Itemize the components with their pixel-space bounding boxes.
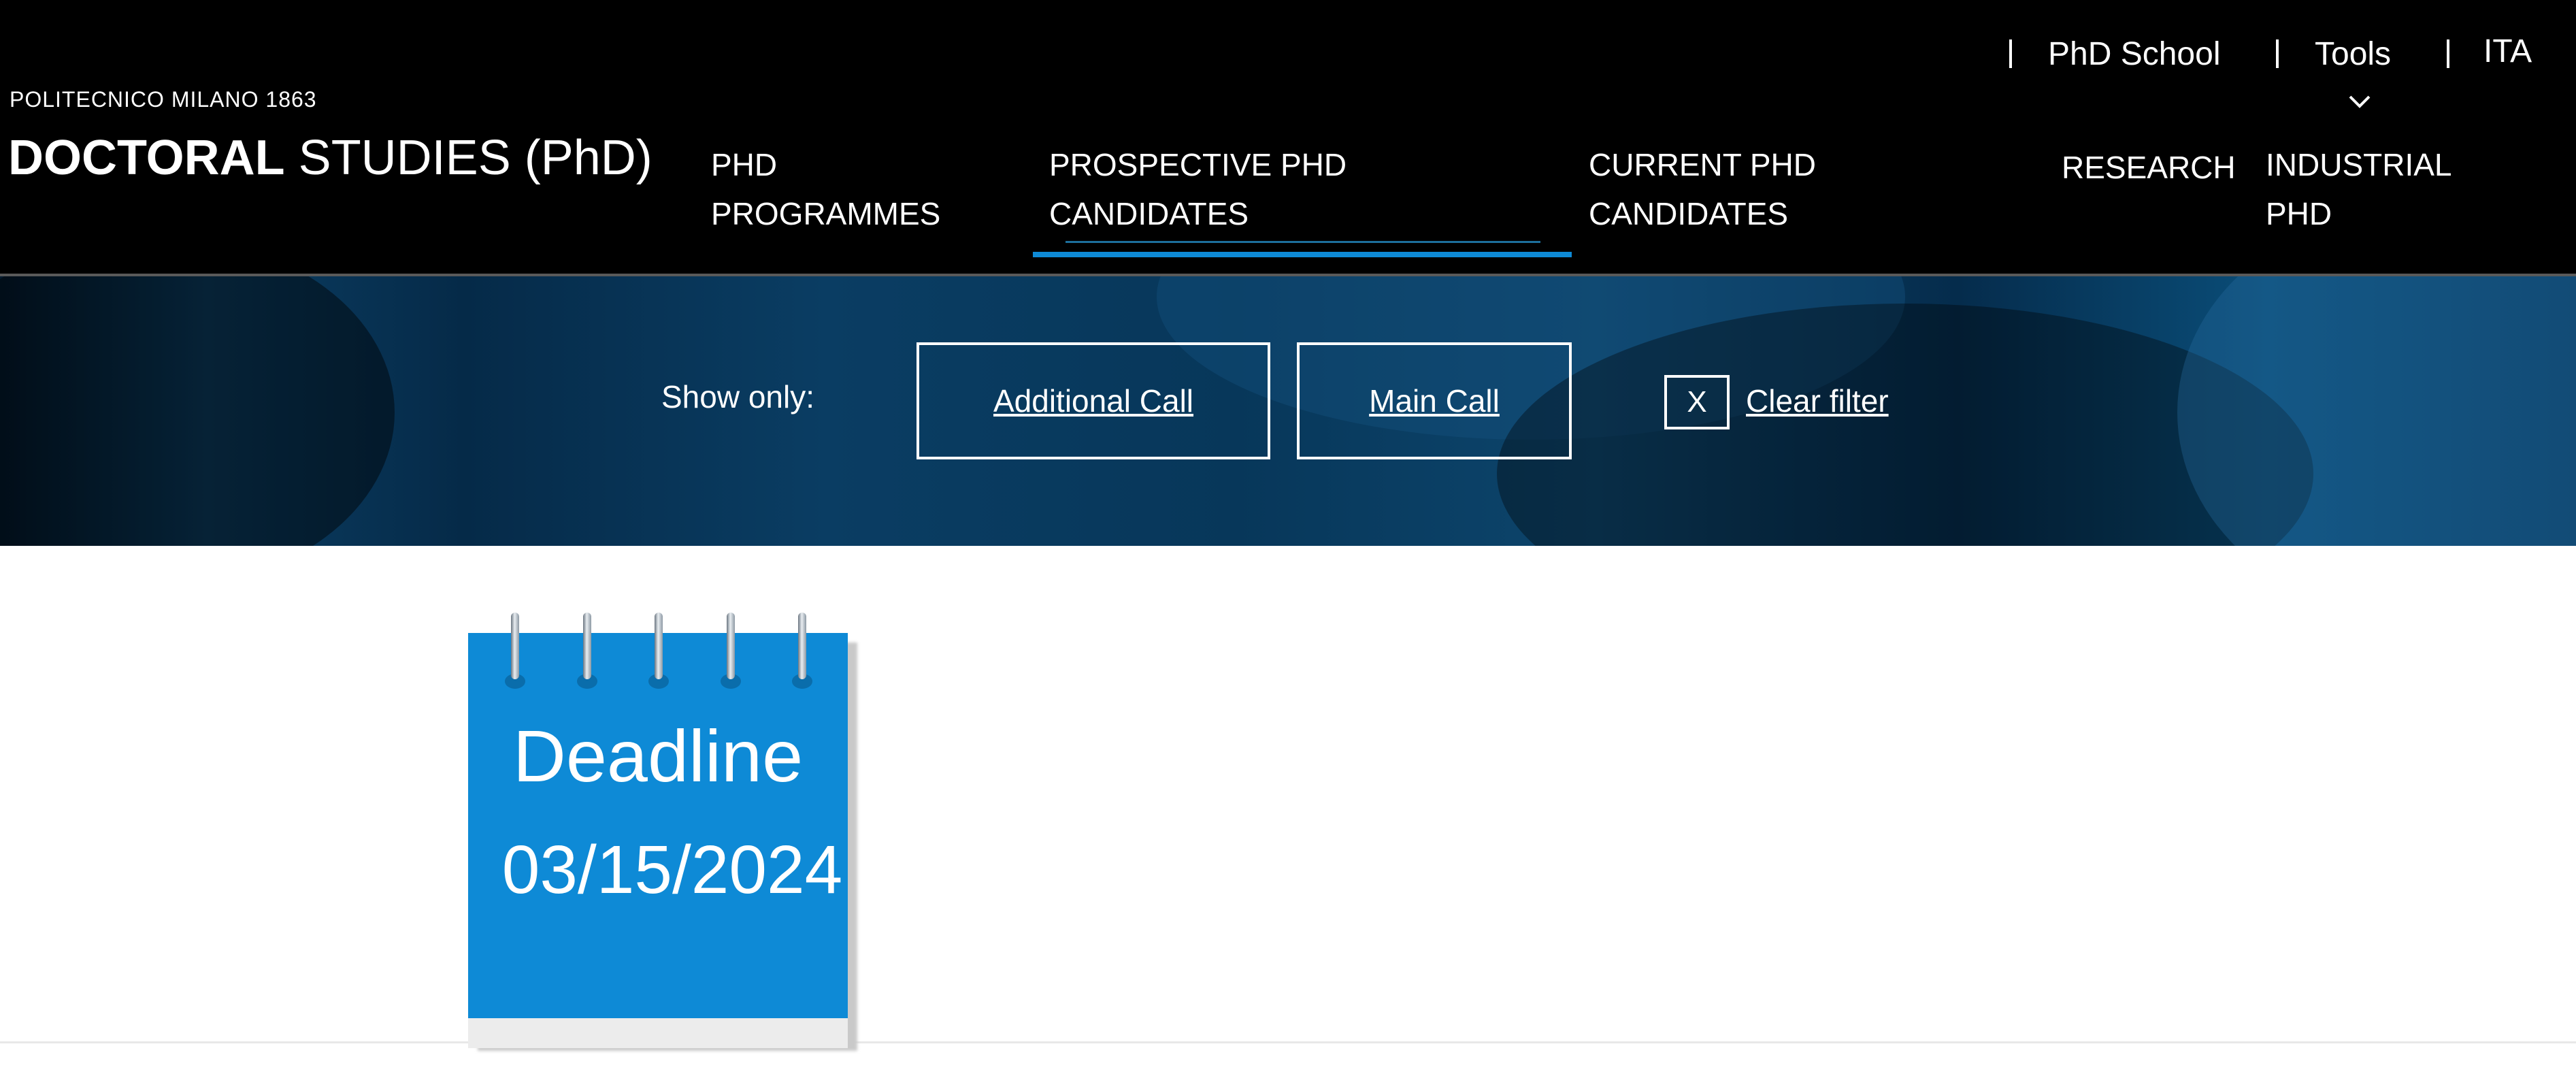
separator [2276, 39, 2279, 68]
separator [2447, 39, 2449, 68]
nav-current-phd-candidates[interactable]: CURRENT PHD CANDIDATES [1589, 140, 1816, 238]
filter-banner [0, 276, 2576, 546]
additional-call-button[interactable]: Additional Call [917, 342, 1270, 459]
nav-research[interactable]: RESEARCH [2062, 143, 2236, 192]
nav-industrial-phd[interactable]: INDUSTRIAL PHD [2266, 140, 2451, 238]
content-divider [0, 1041, 2576, 1043]
site-title-strong: DOCTORAL [8, 131, 285, 185]
clear-filter-link[interactable]: Clear filter [1746, 383, 1889, 419]
show-only-label: Show only: [661, 379, 815, 414]
calendar-ring-icon [511, 613, 519, 679]
site-title[interactable]: DOCTORAL STUDIES (PhD) [8, 133, 653, 182]
banner-shape [0, 276, 395, 546]
language-switch[interactable]: ITA [2483, 33, 2532, 70]
calendar-ring-icon [583, 613, 591, 679]
deadline-calendar: Deadline 03/15/2024 [468, 613, 857, 1069]
chevron-down-icon[interactable] [2346, 88, 2373, 116]
separator [2009, 39, 2012, 68]
deadline-date: 03/15/2024 [501, 832, 843, 908]
calendar-ring-icon [798, 613, 806, 679]
institution-name[interactable]: POLITECNICO MILANO 1863 [10, 87, 317, 112]
nav-prospective-phd-candidates[interactable]: PROSPECTIVE PHD CANDIDATES [1049, 140, 1347, 238]
banner-shape [2177, 276, 2576, 546]
nav-phd-programmes[interactable]: PHD PROGRAMMES [711, 140, 940, 238]
main-call-button[interactable]: Main Call [1297, 342, 1572, 459]
calendar-ring-icon [727, 613, 735, 679]
active-indicator [1066, 241, 1540, 243]
deadline-label: Deadline [512, 715, 804, 797]
site-header: POLITECNICO MILANO 1863 DOCTORAL STUDIES… [0, 0, 2576, 274]
calendar-ring-icon [655, 613, 663, 679]
site-title-light: STUDIES (PhD) [298, 131, 653, 185]
active-underline [1033, 252, 1572, 257]
calendar-page: Deadline 03/15/2024 [468, 613, 848, 1018]
calendar-base [468, 1018, 848, 1048]
tools-menu[interactable]: Tools [2315, 35, 2391, 73]
clear-filter-icon[interactable]: X [1664, 375, 1730, 429]
phd-school-link[interactable]: PhD School [2048, 35, 2220, 73]
